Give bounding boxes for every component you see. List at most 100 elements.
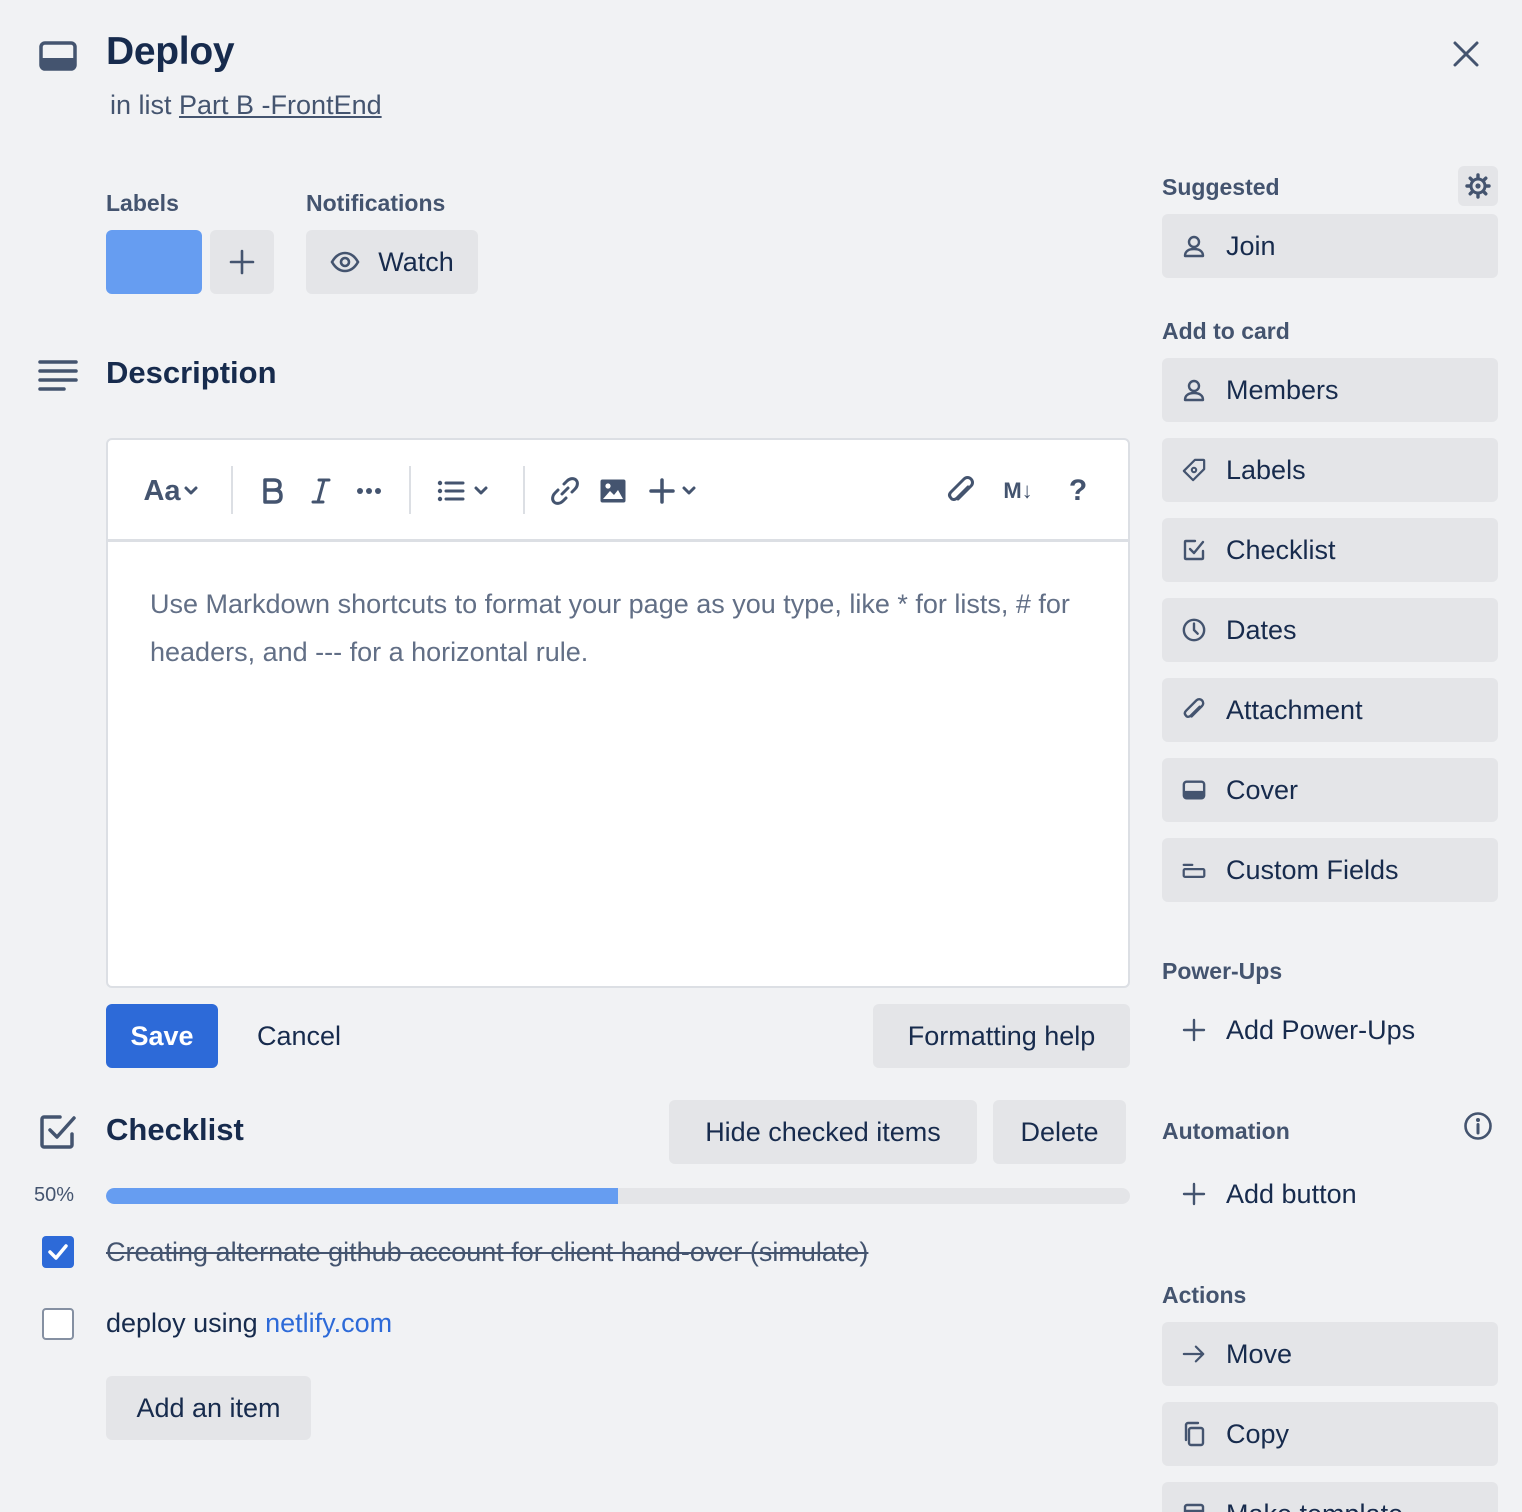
editor-placeholder: Use Markdown shortcuts to format your pa… (150, 589, 1070, 667)
markdown-toggle[interactable]: M↓ (994, 468, 1042, 514)
notifications-heading: Notifications (306, 190, 446, 216)
list-dropdown[interactable] (430, 468, 496, 514)
plus-icon (229, 249, 255, 275)
watch-label: Watch (378, 246, 454, 277)
progress-percent: 50% (34, 1184, 75, 1206)
members-button[interactable]: Members (1162, 358, 1498, 422)
bullet-list-icon (437, 480, 465, 502)
checklist-item-text[interactable]: Creating alternate github account for cl… (106, 1237, 868, 1268)
text-style-dropdown[interactable]: Aa (138, 468, 204, 514)
labels-button[interactable]: Labels (1162, 438, 1498, 502)
dates-button[interactable]: Dates (1162, 598, 1498, 662)
checklist-heading[interactable]: Checklist (106, 1112, 244, 1148)
suggested-heading: Suggested (1162, 174, 1280, 200)
checklist-button[interactable]: Checklist (1162, 518, 1498, 582)
close-button[interactable] (1440, 28, 1492, 80)
card-title[interactable]: Deploy (106, 30, 235, 74)
formatting-help-button[interactable]: Formatting help (873, 1004, 1130, 1068)
checklist-progress-bar (106, 1188, 1130, 1204)
add-item-button[interactable]: Add an item (106, 1376, 311, 1440)
arrow-right-icon (1182, 1345, 1205, 1363)
hide-checked-button[interactable]: Hide checked items (669, 1100, 977, 1164)
members-label: Members (1226, 374, 1339, 405)
info-icon (1464, 1112, 1492, 1140)
gear-icon (1465, 173, 1491, 199)
copy-button[interactable]: Copy (1162, 1402, 1498, 1466)
suggested-settings-button[interactable] (1458, 166, 1498, 206)
power-ups-heading: Power-Ups (1162, 958, 1283, 984)
italic-button[interactable] (300, 468, 342, 514)
template-icon (1183, 1503, 1205, 1512)
add-power-ups-button[interactable]: Add Power-Ups (1162, 998, 1498, 1062)
list-breadcrumb: in list Part B -FrontEnd (110, 90, 382, 121)
save-button[interactable]: Save (106, 1004, 218, 1068)
in-list-prefix: in list (110, 90, 172, 120)
description-heading: Description (106, 355, 277, 390)
join-label: Join (1226, 230, 1276, 261)
copy-label: Copy (1226, 1418, 1290, 1449)
chevron-down-icon (682, 486, 696, 495)
add-to-card-heading: Add to card (1162, 318, 1290, 344)
move-label: Move (1226, 1338, 1293, 1369)
bold-icon (263, 478, 283, 504)
checklist-label: Checklist (1226, 534, 1336, 565)
more-icon (357, 488, 381, 494)
chevron-down-icon (184, 486, 198, 495)
add-button-button[interactable]: Add button (1162, 1162, 1498, 1226)
delete-checklist-button[interactable]: Delete (993, 1100, 1126, 1164)
image-button[interactable] (592, 468, 634, 514)
custom-fields-icon (1182, 863, 1206, 878)
list-link[interactable]: Part B -FrontEnd (179, 90, 382, 120)
checklist-item-prefix: deploy using (106, 1308, 266, 1338)
add-label-button[interactable] (210, 230, 274, 294)
add-button-label: Add button (1226, 1178, 1357, 1209)
help-button[interactable]: ? (1058, 468, 1098, 514)
label-chip[interactable] (106, 230, 202, 294)
person-icon (1183, 235, 1205, 258)
plus-icon (649, 478, 675, 504)
move-button[interactable]: Move (1162, 1322, 1498, 1386)
progress-fill (106, 1188, 618, 1204)
cover-button[interactable]: Cover (1162, 758, 1498, 822)
cover-label: Cover (1226, 774, 1299, 805)
bold-button[interactable] (252, 468, 294, 514)
paperclip-icon (1183, 698, 1205, 718)
netlify-link[interactable]: netlify.com (265, 1308, 392, 1338)
plus-icon (1182, 1018, 1206, 1042)
description-icon (38, 358, 78, 392)
add-power-ups-label: Add Power-Ups (1226, 1014, 1416, 1045)
italic-icon (311, 478, 331, 504)
custom-fields-label: Custom Fields (1226, 854, 1399, 885)
attachment-label: Attachment (1226, 694, 1363, 725)
more-formatting-button[interactable] (348, 468, 390, 514)
checklist-item-checkbox-checked[interactable] (42, 1236, 74, 1268)
checklist-item-checkbox[interactable] (42, 1308, 74, 1340)
checklist-item-text[interactable]: deploy using netlify.com (106, 1308, 392, 1339)
cancel-button[interactable]: Cancel (232, 1004, 366, 1068)
question-icon: ? (1068, 474, 1088, 507)
make-template-button[interactable]: Make template (1162, 1482, 1498, 1512)
link-icon (551, 477, 579, 505)
join-button[interactable]: Join (1162, 214, 1498, 278)
make-template-label: Make template (1226, 1499, 1403, 1512)
copy-icon (1184, 1421, 1205, 1447)
actions-heading: Actions (1162, 1282, 1247, 1308)
custom-fields-button[interactable]: Custom Fields (1162, 838, 1498, 902)
text-style-label: Aa (143, 474, 181, 507)
image-icon (600, 479, 626, 503)
eye-icon (330, 251, 360, 273)
labels-label: Labels (1226, 454, 1306, 485)
markdown-icon: M↓ (1003, 478, 1033, 503)
plus-icon (1182, 1182, 1206, 1206)
description-editor[interactable]: Aa M↓ ? Use Markdown shortcuts to format… (106, 438, 1130, 988)
watch-button[interactable]: Watch (306, 230, 478, 294)
link-button[interactable] (544, 468, 586, 514)
automation-heading: Automation (1162, 1118, 1290, 1144)
attach-button[interactable] (940, 468, 982, 514)
editor-toolbar: Aa M↓ ? (108, 440, 1128, 542)
clock-icon (1182, 618, 1206, 642)
chevron-down-icon (474, 486, 488, 495)
attachment-button[interactable]: Attachment (1162, 678, 1498, 742)
automation-info-button[interactable] (1460, 1108, 1496, 1144)
insert-dropdown[interactable] (640, 468, 706, 514)
